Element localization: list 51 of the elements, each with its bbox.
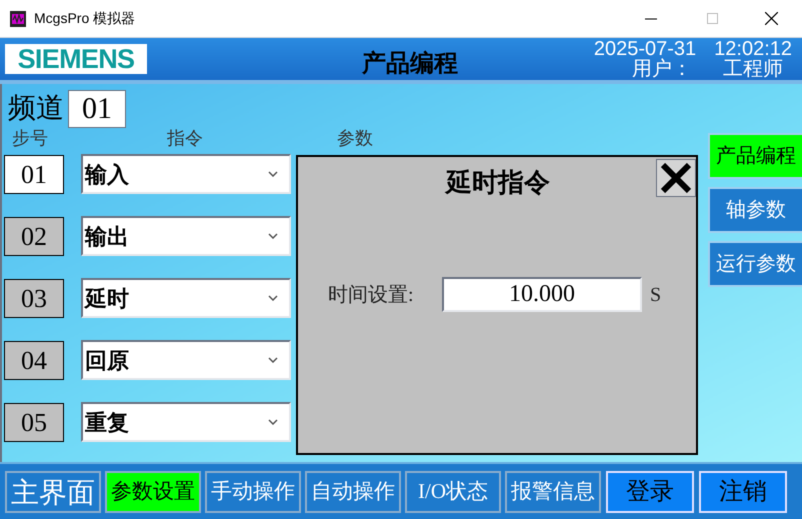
command-value: 输出	[84, 222, 130, 250]
command-value: 重复	[84, 408, 130, 436]
field-label: 时间设置:	[328, 282, 415, 308]
user-name: 工程师	[722, 59, 784, 79]
window-title: McgsPro 模拟器	[34, 9, 136, 28]
column-header: 步号	[12, 128, 49, 150]
dialog-title: 延时指令	[444, 167, 551, 199]
nav-button[interactable]: 注销	[699, 470, 787, 512]
side-menu-button[interactable]: 运行参数	[708, 241, 802, 287]
step-number-button[interactable]: 03	[4, 278, 64, 318]
chevron-down-icon	[268, 171, 278, 177]
nav-button[interactable]: 报警信息	[505, 470, 601, 512]
logo: SIEMENS	[5, 44, 147, 74]
step-number-button[interactable]: 02	[4, 216, 64, 256]
nav-button[interactable]: 参数设置	[105, 470, 201, 512]
step-number-button[interactable]: 05	[4, 402, 64, 442]
side-menu-button[interactable]: 轴参数	[708, 187, 802, 233]
step-number-button[interactable]: 04	[4, 340, 64, 380]
nav-button[interactable]: 主界面	[5, 470, 101, 512]
time-text: 12:02:12	[714, 39, 792, 59]
user-label: 用户：	[631, 59, 694, 79]
side-menu-button[interactable]: 产品编程	[708, 133, 802, 179]
unit-label: S	[650, 282, 662, 308]
time-input-field[interactable]: 10.000	[442, 277, 642, 312]
command-dropdown[interactable]: 延时	[81, 278, 291, 318]
nav-button[interactable]: I/O状态	[405, 470, 501, 512]
column-header: 参数	[337, 128, 373, 150]
chevron-down-icon	[268, 295, 278, 301]
chevron-down-icon	[268, 419, 278, 425]
command-dropdown[interactable]: 输出	[81, 216, 291, 256]
command-value: 输入	[84, 160, 130, 188]
command-value: 延时	[83, 284, 130, 312]
channel-label: 频道	[8, 92, 64, 126]
command-dropdown[interactable]: 回原	[81, 340, 291, 380]
column-header: 指令	[167, 128, 204, 150]
chevron-down-icon	[268, 233, 278, 239]
date-text: 2025-07-31	[594, 39, 696, 59]
nav-button[interactable]: 登录	[606, 470, 694, 512]
chevron-down-icon	[268, 357, 278, 363]
close-button[interactable]	[656, 159, 696, 197]
nav-button[interactable]: 自动操作	[305, 470, 401, 512]
step-number-button[interactable]: 01	[4, 154, 64, 194]
command-value: 回原	[84, 346, 130, 374]
page-title: 产品编程	[360, 49, 459, 79]
close-icon	[660, 162, 692, 194]
close-icon[interactable]	[765, 12, 778, 25]
command-dropdown[interactable]: 输入	[81, 154, 291, 194]
command-dropdown[interactable]: 重复	[81, 402, 291, 442]
channel-field[interactable]: 01	[68, 90, 126, 128]
app-icon	[10, 10, 26, 26]
nav-button[interactable]: 手动操作	[205, 470, 301, 512]
